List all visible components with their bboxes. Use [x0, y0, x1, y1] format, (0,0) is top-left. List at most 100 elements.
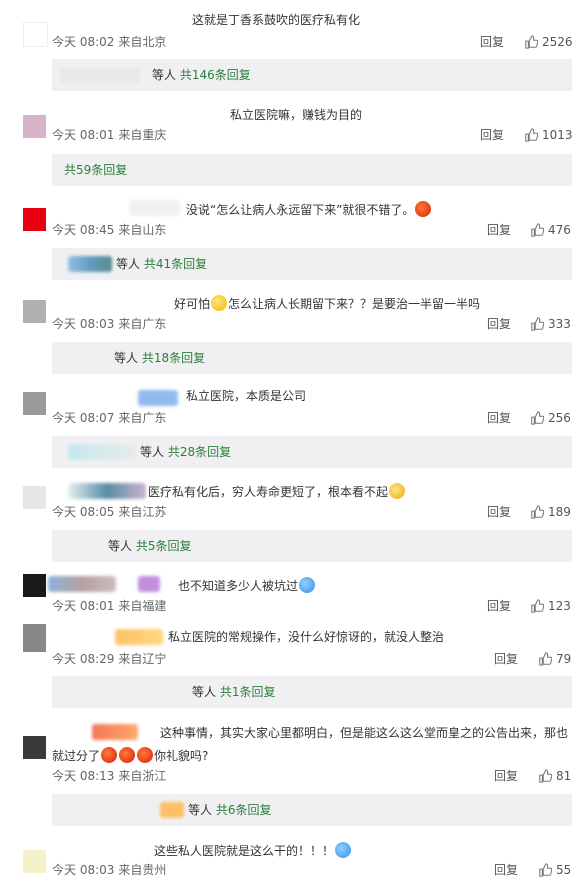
location: 来自贵州 [118, 863, 167, 877]
like-button[interactable]: 476 [530, 223, 571, 237]
avatar[interactable] [23, 624, 46, 652]
thumbs-up-icon [539, 863, 552, 877]
like-count: 256 [548, 411, 571, 425]
reply-button[interactable]: 回复 [494, 652, 518, 666]
location: 来自山东 [118, 223, 167, 237]
reply-button[interactable]: 回复 [494, 863, 518, 877]
like-count: 81 [556, 769, 572, 783]
comment-meta: 今天 08:45 来自山东 [52, 223, 170, 237]
reply-button[interactable]: 回复 [487, 505, 511, 519]
avatar[interactable] [23, 850, 46, 873]
laughing-emoji-icon [211, 295, 228, 311]
reply-button[interactable]: 回复 [480, 35, 504, 49]
like-button[interactable]: 333 [530, 317, 571, 331]
angry-emoji-icon [101, 747, 118, 763]
username [115, 629, 163, 645]
like-button[interactable]: 2526 [524, 35, 573, 49]
comment-meta: 今天 08:03 来自贵州 [52, 863, 170, 877]
sub-replies[interactable]: 等人 共6条回复 [52, 794, 572, 826]
reply-count-link[interactable]: 共6条回复 [216, 803, 272, 817]
like-button[interactable]: 81 [538, 769, 571, 783]
username [92, 724, 138, 740]
like-button[interactable]: 1013 [524, 128, 573, 142]
sub-replies[interactable]: 等人 共18条回复 [52, 342, 572, 374]
reply-button[interactable]: 回复 [487, 411, 511, 425]
avatar[interactable] [23, 486, 46, 509]
comment-text-part: 就过分了 [52, 749, 101, 763]
avatar[interactable] [23, 736, 46, 759]
avatar[interactable] [23, 208, 46, 231]
reply-count-link[interactable]: 共5条回复 [136, 539, 192, 553]
comment-meta: 今天 08:29 来自辽宁 [52, 652, 170, 666]
like-count: 476 [548, 223, 571, 237]
location: 来自江苏 [118, 505, 167, 519]
reply-count-link[interactable]: 共28条回复 [168, 445, 231, 459]
thumbs-up-icon [531, 505, 544, 519]
reply-count-link[interactable]: 共18条回复 [142, 351, 205, 365]
timestamp: 今天 08:07 [52, 411, 115, 425]
like-count: 123 [548, 599, 571, 613]
timestamp: 今天 08:01 [52, 128, 115, 142]
comment-text: 私立医院嘛，赚钱为目的 [230, 108, 363, 122]
reply-count-link[interactable]: 共41条回复 [144, 257, 207, 271]
sub-replies[interactable]: 等人 共1条回复 [52, 676, 572, 708]
location: 来自浙江 [118, 769, 167, 783]
username [48, 576, 116, 592]
avatar[interactable] [23, 300, 46, 323]
reply-button[interactable]: 回复 [494, 769, 518, 783]
sub-prefix: 等人 [192, 685, 217, 699]
reply-count-link[interactable]: 共146条回复 [180, 68, 251, 82]
reply-button[interactable]: 回复 [487, 223, 511, 237]
sub-replies[interactable]: 等人 共28条回复 [52, 436, 572, 468]
location: 来自辽宁 [118, 652, 167, 666]
avatar[interactable] [23, 22, 48, 47]
comment-text: 医疗私有化后，穷人寿命更短了，根本看不起 [148, 483, 406, 499]
comment-text-part: 怎么让病人长期留下来？？是要治一半留一半吗 [228, 297, 481, 311]
timestamp: 今天 08:05 [52, 505, 115, 519]
sub-prefix: 等人 [188, 803, 213, 817]
thumbs-up-icon [539, 652, 552, 666]
comment-text: 好可怕 怎么让病人长期留下来？？是要治一半留一半吗 [174, 295, 480, 311]
thumbs-up-icon [531, 223, 544, 237]
location: 来自北京 [118, 35, 167, 49]
sub-replies[interactable]: 等人 共41条回复 [52, 248, 572, 280]
like-count: 1013 [542, 128, 573, 142]
comment-text: 私立医院，本质是公司 [186, 389, 307, 403]
avatar[interactable] [23, 574, 46, 597]
thinking-emoji-icon [389, 483, 406, 499]
reply-count-link[interactable]: 共59条回复 [64, 163, 127, 177]
avatar[interactable] [23, 115, 46, 138]
username [68, 483, 146, 499]
comment-text: 也不知道多少人被坑过 [178, 577, 316, 593]
angry-emoji-icon [119, 747, 136, 763]
username [138, 390, 178, 406]
like-button[interactable]: 256 [530, 411, 571, 425]
like-button[interactable]: 55 [538, 863, 571, 877]
like-button[interactable]: 123 [530, 599, 571, 613]
avatar [160, 802, 184, 818]
sub-prefix: 等人 [114, 351, 139, 365]
thumbs-up-icon [525, 128, 538, 142]
like-button[interactable]: 189 [530, 505, 571, 519]
timestamp: 今天 08:03 [52, 863, 115, 877]
comment-meta: 今天 08:07 来自广东 [52, 411, 170, 425]
location: 来自重庆 [118, 128, 167, 142]
reply-button[interactable]: 回复 [487, 317, 511, 331]
like-count: 2526 [542, 35, 573, 49]
like-button[interactable]: 79 [538, 652, 571, 666]
sub-replies[interactable]: 等人 共5条回复 [52, 530, 572, 562]
comment-text-body: 医疗私有化后，穷人寿命更短了，根本看不起 [148, 485, 389, 499]
comment-meta: 今天 08:01 来自重庆 [52, 128, 170, 142]
comment-text-part: 好可怕 [174, 297, 211, 311]
reply-button[interactable]: 回复 [480, 128, 504, 142]
reply-count-link[interactable]: 共1条回复 [220, 685, 276, 699]
avatar[interactable] [23, 392, 46, 415]
reply-button[interactable]: 回复 [487, 599, 511, 613]
crying-emoji-icon [335, 842, 352, 858]
comment-text-body: 没说“怎么让病人永远留下来”就很不错了。 [186, 203, 415, 217]
sub-replies[interactable]: 共59条回复 [52, 154, 572, 186]
comment-meta: 今天 08:02 来自北京 [52, 35, 170, 49]
timestamp: 今天 08:29 [52, 652, 115, 666]
sub-replies[interactable]: 等人 共146条回复 [52, 59, 572, 91]
comment-meta: 今天 08:13 来自浙江 [52, 769, 170, 783]
